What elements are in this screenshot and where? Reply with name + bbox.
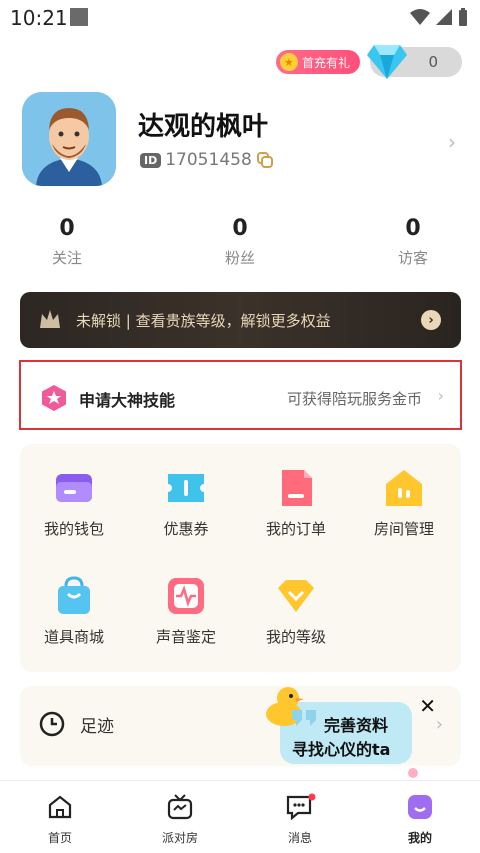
clock-icon xyxy=(39,711,65,737)
status-time: 10:21 xyxy=(10,6,68,30)
grid-label: 我的订单 xyxy=(265,520,326,538)
tab-label: 派对房 xyxy=(161,831,198,845)
wallet-icon xyxy=(56,474,92,502)
tab-home[interactable]: 首页 xyxy=(20,793,100,846)
home-icon xyxy=(48,795,72,819)
gift-label: 首充有礼 xyxy=(301,55,350,70)
quote-icon xyxy=(292,710,316,726)
chevron-right-icon: › xyxy=(437,386,444,405)
wifi-icon xyxy=(410,9,430,25)
popup-line1: 完善资料 xyxy=(324,716,389,735)
popup-line2: 寻找心仪的ta xyxy=(292,740,391,759)
grid-item-room-manage[interactable]: 房间管理 xyxy=(354,466,454,539)
stat-value: 0 xyxy=(59,216,75,241)
tab-me[interactable]: 我的 xyxy=(380,793,460,846)
status-bar: 10:21 xyxy=(0,0,480,34)
stat-label: 关注 xyxy=(51,249,82,267)
grid-label: 我的等级 xyxy=(265,628,326,646)
grid-item-orders[interactable]: 我的订单 xyxy=(246,466,346,539)
room-manage-icon xyxy=(386,470,422,506)
stat-visitors[interactable]: 0 访客 xyxy=(363,216,463,268)
coupon-icon xyxy=(168,474,204,502)
id-badge: ID xyxy=(140,152,162,168)
user-id: 17051458 xyxy=(165,150,252,170)
avatar-image xyxy=(22,92,116,186)
top-bar: ★ 首充有礼 0 xyxy=(275,45,462,79)
notification-icon xyxy=(70,8,88,26)
grid-item-level[interactable]: 我的等级 xyxy=(246,574,346,647)
diamond-count: 0 xyxy=(428,53,438,71)
apply-skill-card[interactable]: 申请大神技能 可获得陪玩服务金币 › xyxy=(19,360,462,430)
tab-label: 首页 xyxy=(47,831,72,845)
chevron-right-icon: › xyxy=(448,130,456,154)
grid-item-coupon[interactable]: 优惠券 xyxy=(136,466,236,539)
arrow-right-icon: › xyxy=(421,310,441,330)
noble-text: 未解锁 | 查看贵族等级，解锁更多权益 xyxy=(76,312,331,330)
diamond-balance-button[interactable]: 0 xyxy=(367,45,462,79)
stat-fans[interactable]: 0 粉丝 xyxy=(190,216,290,268)
grid-label: 我的钱包 xyxy=(43,520,104,538)
dot-icon xyxy=(408,768,418,778)
star-hexagon-icon xyxy=(42,385,66,411)
grid-label: 声音鉴定 xyxy=(155,628,216,646)
diamond-icon xyxy=(367,45,407,79)
coin-icon: ★ xyxy=(279,53,298,71)
noble-banner[interactable]: 未解锁 | 查看贵族等级，解锁更多权益 › xyxy=(20,292,461,348)
footprint-label: 足迹 xyxy=(80,717,114,737)
signal-icon xyxy=(436,9,452,25)
tab-party[interactable]: 派对房 xyxy=(140,793,220,846)
order-icon xyxy=(282,470,312,506)
stat-value: 0 xyxy=(232,216,248,241)
function-grid: 我的钱包 优惠券 我的订单 房间管理 道具商城 声音鉴定 我的等级 xyxy=(20,444,461,672)
stat-label: 粉丝 xyxy=(224,249,255,267)
close-icon[interactable]: ✕ xyxy=(419,694,436,718)
stat-following[interactable]: 0 关注 xyxy=(17,216,117,268)
crown-icon xyxy=(40,310,60,328)
shop-bag-icon xyxy=(58,576,90,614)
grid-item-wallet[interactable]: 我的钱包 xyxy=(24,466,124,539)
apply-title: 申请大神技能 xyxy=(79,391,176,410)
copy-icon[interactable] xyxy=(256,151,274,169)
grid-item-shop[interactable]: 道具商城 xyxy=(24,574,124,647)
voice-icon xyxy=(168,578,204,614)
grid-label: 优惠券 xyxy=(163,520,209,538)
grid-item-voice[interactable]: 声音鉴定 xyxy=(136,574,236,647)
battery-icon xyxy=(459,8,467,26)
me-icon xyxy=(408,795,432,819)
tab-label: 消息 xyxy=(287,831,312,845)
tab-label: 我的 xyxy=(407,831,432,845)
grid-label: 道具商城 xyxy=(43,628,104,646)
stat-label: 访客 xyxy=(397,249,428,267)
user-name: 达观的枫叶 xyxy=(138,112,269,142)
stat-value: 0 xyxy=(405,216,421,241)
level-icon xyxy=(278,580,314,612)
complete-profile-popup[interactable]: 完善资料 寻找心仪的ta ✕ xyxy=(262,684,440,780)
bottom-tab-bar: 首页 派对房 消息 我的 xyxy=(0,780,480,853)
first-recharge-gift-button[interactable]: ★ 首充有礼 xyxy=(275,50,360,74)
profile-header[interactable]: 达观的枫叶 ID 17051458 › xyxy=(22,92,462,188)
message-icon xyxy=(286,793,316,821)
avatar[interactable] xyxy=(22,92,116,186)
tv-icon xyxy=(167,794,193,820)
apply-subtitle: 可获得陪玩服务金币 xyxy=(286,390,422,408)
grid-label: 房间管理 xyxy=(373,520,434,538)
tab-messages[interactable]: 消息 xyxy=(260,793,340,846)
